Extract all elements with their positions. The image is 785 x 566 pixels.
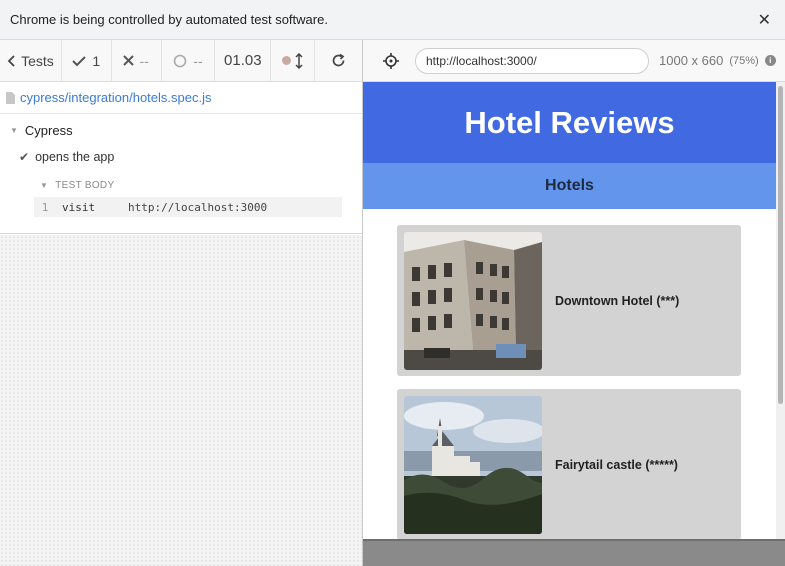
- chevron-left-icon: [7, 54, 15, 67]
- caret-down-icon: ▼: [40, 180, 49, 190]
- automation-infobar: Chrome is being controlled by automated …: [0, 0, 785, 40]
- spec-file-row[interactable]: cypress/integration/hotels.spec.js: [0, 82, 362, 114]
- selector-playground-button[interactable]: [373, 52, 409, 69]
- auto-scroll-toggle[interactable]: [271, 40, 316, 81]
- reporter-empty-area: [0, 235, 362, 566]
- status-dot-icon: [282, 56, 292, 65]
- command-name: visit: [62, 200, 96, 214]
- duration: 01.03: [215, 40, 272, 81]
- failed-stat: --: [112, 40, 162, 81]
- suite-title: Cypress: [24, 122, 73, 138]
- crosshair-icon: [383, 52, 399, 69]
- check-icon: ✔: [19, 150, 30, 164]
- caret-down-icon: ▼: [10, 125, 18, 135]
- test-title: opens the app: [35, 150, 115, 164]
- reporter-panel: Tests 1 -- -- 01.03 cypress/integration/…: [0, 40, 363, 566]
- hotel-name: Downtown Hotel (***): [555, 293, 680, 308]
- viewport-size: 1000 x 660: [659, 53, 724, 68]
- close-icon[interactable]: ✕: [758, 10, 771, 30]
- x-icon: [123, 55, 135, 66]
- hotel-card[interactable]: Downtown Hotel (***): [397, 225, 741, 376]
- automation-message: Chrome is being controlled by automated …: [10, 12, 328, 27]
- passed-stat: 1: [62, 40, 112, 81]
- command-message: http://localhost:3000: [128, 200, 268, 214]
- site-header: Hotel Reviews: [363, 82, 776, 163]
- scrollbar-thumb[interactable]: [778, 86, 783, 404]
- aut-header: http://localhost:3000/ 1000 x 660 (75%) …: [363, 40, 785, 82]
- pending-stat: --: [162, 40, 216, 81]
- pending-count: --: [193, 52, 203, 69]
- reporter-toolbar: Tests 1 -- -- 01.03: [0, 40, 362, 82]
- test-row[interactable]: ✔ opens the app: [0, 142, 362, 172]
- page-title: Hotel Reviews: [464, 104, 675, 140]
- test-body-label: TEST BODY: [55, 179, 115, 191]
- tests-back-button[interactable]: Tests: [0, 40, 62, 81]
- section-title: Hotels: [545, 177, 594, 194]
- hotel-image-downtown: [404, 231, 542, 370]
- rerun-button[interactable]: [315, 40, 362, 81]
- aut-iframe: Hotel Reviews Hotels Downtown Hotel (***…: [363, 82, 776, 539]
- pending-circle-icon: [173, 54, 187, 67]
- aut-bottom-overlay: [363, 539, 785, 566]
- hotel-card[interactable]: Fairytail castle (*****): [397, 389, 741, 539]
- failed-count: --: [139, 52, 149, 69]
- suite-row[interactable]: ▼ Cypress: [0, 120, 362, 140]
- url-input[interactable]: http://localhost:3000/: [415, 47, 649, 74]
- hotel-name: Fairytail castle (*****): [555, 457, 678, 472]
- up-down-arrow-icon: [295, 52, 303, 69]
- suite-section: ▼ Cypress ✔ opens the app ▼ TEST BODY 1 …: [0, 114, 362, 234]
- site-subheader: Hotels: [363, 163, 776, 209]
- command-row[interactable]: 1 visit http://localhost:3000: [34, 197, 342, 217]
- command-number: 1: [41, 200, 49, 214]
- viewport-scale: (75%): [729, 54, 759, 67]
- file-icon: [6, 91, 15, 104]
- check-icon: [72, 55, 87, 66]
- reload-icon: [332, 53, 345, 67]
- spec-file-link[interactable]: cypress/integration/hotels.spec.js: [20, 90, 211, 105]
- info-icon[interactable]: i: [764, 55, 776, 66]
- test-body-header[interactable]: ▼ TEST BODY: [0, 176, 362, 194]
- passed-count: 1: [92, 52, 101, 69]
- aut-scrollbar[interactable]: [776, 82, 785, 539]
- tests-label: Tests: [21, 52, 54, 69]
- hotel-image-castle: [404, 395, 542, 534]
